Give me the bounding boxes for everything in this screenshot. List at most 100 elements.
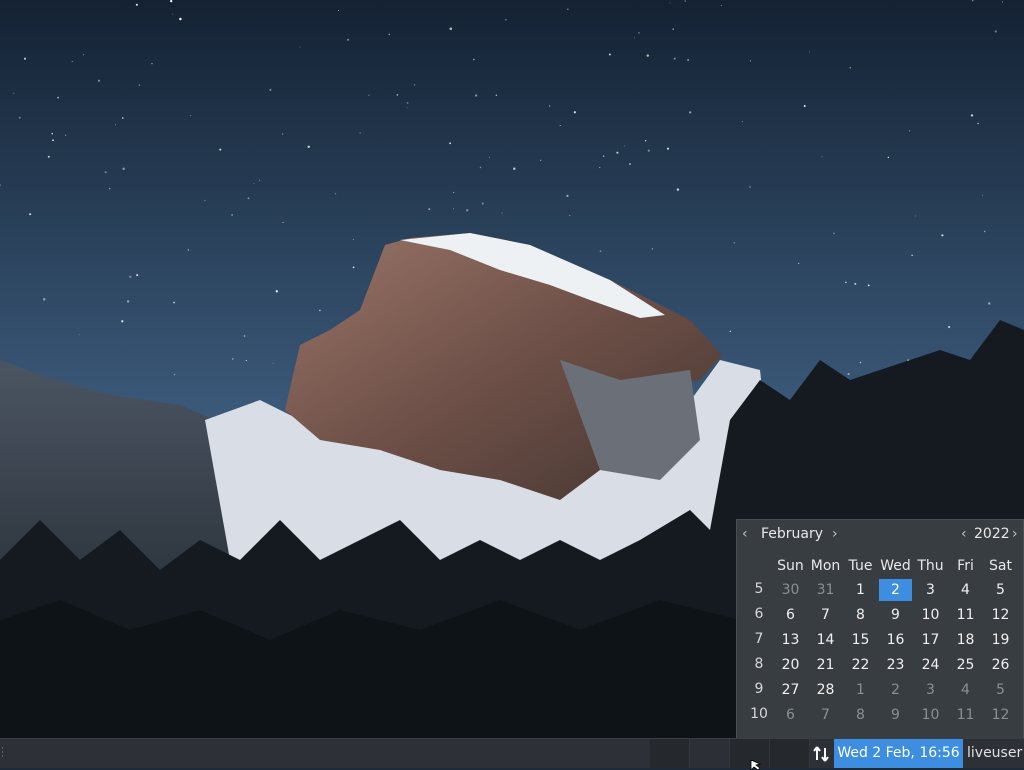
calendar-day[interactable]: 9 [879, 604, 912, 626]
star [352, 266, 355, 269]
star [984, 230, 986, 233]
star [121, 320, 124, 323]
calendar-day[interactable]: 3 [914, 679, 947, 701]
star [275, 290, 278, 293]
weekday-header: Mon [810, 558, 841, 574]
star [616, 151, 619, 154]
calendar-day[interactable]: 13 [774, 629, 807, 651]
calendar-day[interactable]: 8 [844, 704, 877, 726]
calendar-day[interactable]: 12 [984, 704, 1017, 726]
calendar-day[interactable]: 18 [949, 629, 982, 651]
star [231, 213, 234, 216]
clock-button[interactable]: Wed 2 Feb, 16:56 [834, 739, 963, 768]
weekday-header: Sun [777, 558, 804, 574]
calendar-day[interactable]: 4 [949, 679, 982, 701]
star [243, 335, 246, 337]
calendar-day[interactable]: 15 [844, 629, 877, 651]
calendar-day[interactable]: 22 [844, 654, 877, 676]
calendar-day[interactable]: 5 [984, 679, 1017, 701]
year-label[interactable]: 2022 [974, 526, 1010, 542]
calendar-day[interactable]: 4 [949, 579, 982, 601]
star [51, 132, 53, 135]
star [42, 297, 46, 301]
star [245, 359, 247, 362]
calendar-day[interactable]: 2 [879, 679, 912, 701]
calendar-day[interactable]: 6 [774, 704, 807, 726]
star [388, 33, 391, 36]
calendar-day[interactable]: 26 [984, 654, 1017, 676]
star [52, 139, 54, 142]
workspace-switcher [650, 739, 810, 769]
calendar-day[interactable]: 11 [949, 704, 982, 726]
calendar-day[interactable]: 7 [809, 704, 842, 726]
star [13, 92, 15, 94]
calendar-day[interactable]: 28 [809, 679, 842, 701]
calendar-day[interactable]: 1 [844, 679, 877, 701]
calendar-day[interactable]: 10 [914, 604, 947, 626]
calendar-day[interactable]: 17 [914, 629, 947, 651]
calendar-day[interactable]: 3 [914, 579, 947, 601]
network-transfer-icon[interactable] [811, 744, 831, 764]
star [849, 67, 851, 69]
chevron-right-icon[interactable]: › [832, 526, 838, 542]
star [453, 191, 455, 193]
weekday-header: Sat [989, 558, 1012, 574]
calendar-day[interactable]: 27 [774, 679, 807, 701]
calendar-day[interactable]: 25 [949, 654, 982, 676]
calendar-day[interactable]: 16 [879, 629, 912, 651]
star [687, 59, 689, 61]
year-prev-chevron-icon[interactable]: ‹ [961, 526, 967, 542]
star [847, 373, 850, 376]
user-menu[interactable]: liveuser [967, 739, 1022, 768]
calendar-day[interactable]: 14 [809, 629, 842, 651]
month-label[interactable]: February [761, 526, 823, 542]
calendar-day[interactable]: 30 [774, 579, 807, 601]
calendar-day[interactable]: 2 [879, 579, 912, 601]
star [821, 156, 823, 158]
workspace-4[interactable] [770, 739, 810, 768]
calendar-day[interactable]: 19 [984, 629, 1017, 651]
star [338, 10, 339, 11]
week-number: 8 [754, 656, 764, 672]
calendar-day[interactable]: 21 [809, 654, 842, 676]
calendar-day[interactable]: 31 [809, 579, 842, 601]
calendar-day[interactable]: 12 [984, 604, 1017, 626]
star [495, 94, 498, 96]
star [646, 54, 650, 57]
calendar-day[interactable]: 11 [949, 604, 982, 626]
year-next-chevron-icon[interactable]: › [1012, 526, 1018, 542]
star [253, 183, 255, 184]
star [859, 361, 862, 364]
calendar-day[interactable]: 1 [844, 579, 877, 601]
star [104, 171, 107, 174]
calendar-day[interactable]: 9 [879, 704, 912, 726]
calendar-day[interactable]: 20 [774, 654, 807, 676]
calendar-day[interactable]: 5 [984, 579, 1017, 601]
star [368, 94, 370, 96]
calendar-day[interactable]: 7 [809, 604, 842, 626]
workspace-1[interactable] [650, 739, 690, 768]
star [428, 208, 431, 211]
star [29, 213, 32, 216]
star [987, 302, 991, 305]
star [749, 60, 751, 62]
star [669, 2, 671, 4]
star [911, 254, 913, 257]
calendar-day[interactable]: 10 [914, 704, 947, 726]
star [413, 84, 416, 86]
star [232, 358, 234, 360]
star [453, 208, 455, 210]
star [566, 194, 569, 197]
calendar-day[interactable]: 24 [914, 654, 947, 676]
calendar-day[interactable]: 8 [844, 604, 877, 626]
calendar-day[interactable]: 23 [879, 654, 912, 676]
chevron-left-icon[interactable]: ‹ [742, 526, 748, 542]
star [684, 0, 686, 2]
panel-handle-icon[interactable]: · · · [1, 745, 5, 762]
workspace-2[interactable] [690, 739, 730, 768]
calendar-day[interactable]: 6 [774, 604, 807, 626]
star [994, 30, 997, 33]
star [915, 215, 917, 217]
star [136, 274, 139, 277]
star [854, 282, 857, 285]
